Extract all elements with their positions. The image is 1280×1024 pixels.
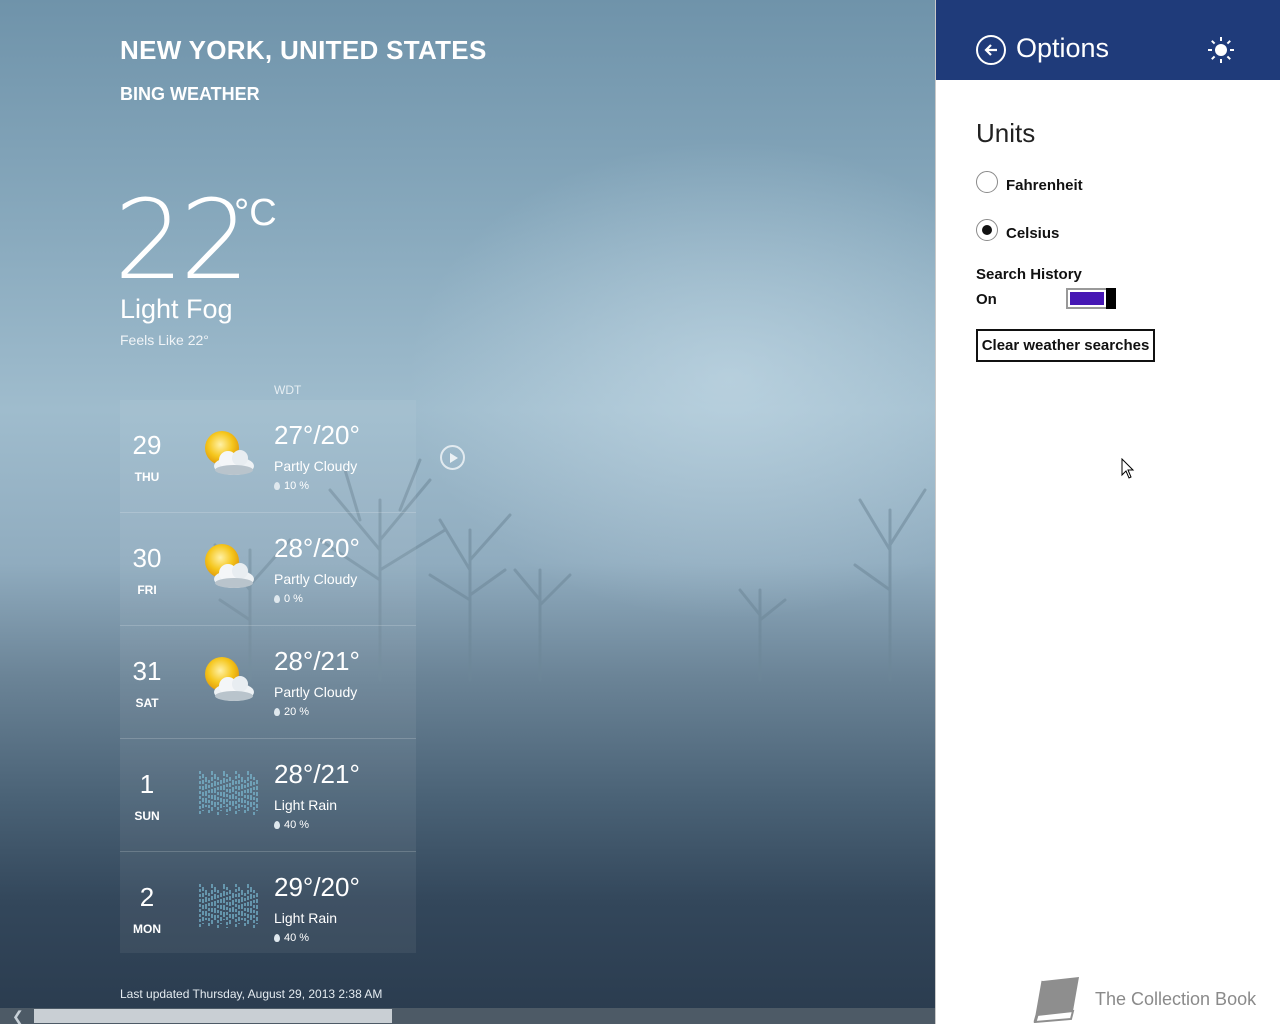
- forecast-day-row[interactable]: 31 SAT 28°/21° Partly Cloudy 20 %: [120, 626, 416, 739]
- forecast-condition: Light Rain: [274, 797, 338, 813]
- current-temperature: 22: [114, 176, 250, 304]
- raindrop-icon: [274, 595, 280, 603]
- temperature-unit: °C: [234, 192, 277, 234]
- forecast-date: 31: [132, 656, 162, 686]
- horizontal-scrollbar[interactable]: ❮: [0, 1008, 935, 1024]
- forecast-weekday: SAT: [135, 696, 159, 710]
- forecast-high-low: 28°/21°: [274, 759, 360, 789]
- forecast-high-low: 28°/21°: [274, 646, 360, 676]
- location-title: NEW YORK, UNITED STATES: [120, 35, 487, 65]
- forecast-date: 2: [139, 882, 155, 912]
- search-history-label: Search History: [976, 266, 1082, 283]
- forecast-date: 1: [139, 769, 155, 799]
- light-rain-icon: [196, 878, 260, 938]
- mouse-cursor-icon: [1121, 458, 1135, 479]
- daily-forecast-list: 29 THU 27°/20° Partly Cloudy 10 % 30 FRI 28°/20…: [120, 400, 416, 953]
- radio-circle: [976, 219, 998, 241]
- forecast-weekday: SUN: [134, 809, 160, 823]
- radio-selected-dot: [982, 225, 992, 235]
- partly-cloudy-icon: [196, 539, 260, 599]
- forecast-condition: Light Rain: [274, 910, 338, 926]
- timezone-label: WDT: [274, 383, 302, 397]
- forecast-precipitation: 20 %: [274, 706, 309, 718]
- raindrop-icon: [274, 821, 280, 829]
- provider-label: BING WEATHER: [120, 84, 260, 104]
- forecast-day-row[interactable]: 2 MON 29°/20° Light Rain 40 %: [120, 852, 416, 953]
- book-icon: [1033, 977, 1079, 1023]
- next-forecast-button[interactable]: [440, 445, 465, 470]
- precipitation-value: 10 %: [284, 480, 310, 492]
- back-arrow-icon: [984, 44, 997, 56]
- watermark-text: The Collection Book: [1095, 989, 1257, 1009]
- radio-circle: [976, 171, 998, 193]
- precipitation-value: 40 %: [284, 819, 310, 831]
- raindrop-icon: [274, 708, 280, 716]
- forecast-precipitation: 40 %: [274, 819, 309, 831]
- forecast-high-low: 28°/20°: [274, 533, 360, 563]
- partly-cloudy-icon: [196, 652, 260, 712]
- forecast-condition: Partly Cloudy: [274, 571, 358, 587]
- scroll-left-icon[interactable]: ❮: [12, 1008, 30, 1024]
- options-header: Options: [936, 0, 1280, 80]
- forecast-day-row[interactable]: 1 SUN 28°/21° Light Rain 40 %: [120, 739, 416, 852]
- units-heading: Units: [976, 118, 1036, 148]
- light-rain-icon: [196, 765, 260, 825]
- scrollbar-thumb[interactable]: [34, 1009, 392, 1023]
- toggle-fill: [1070, 292, 1104, 305]
- forecast-date: 30: [132, 543, 162, 573]
- feels-like: Feels Like 22°: [120, 332, 209, 348]
- celsius-radio[interactable]: Celsius: [976, 219, 1176, 245]
- last-updated-text: Last updated Thursday, August 29, 2013 2…: [120, 987, 383, 1001]
- forecast-precipitation: 0 %: [274, 593, 303, 605]
- partly-cloudy-icon: [196, 426, 260, 486]
- forecast-day-row[interactable]: 30 FRI 28°/20° Partly Cloudy 0 %: [120, 513, 416, 626]
- options-flyout: Options Units Fahrenheit Celsius Search …: [935, 0, 1280, 1024]
- precipitation-value: 0 %: [284, 593, 303, 605]
- watermark: The Collection Book: [1031, 975, 1276, 1023]
- forecast-day-row[interactable]: 29 THU 27°/20° Partly Cloudy 10 %: [120, 400, 416, 513]
- toggle-knob[interactable]: [1106, 288, 1116, 309]
- forecast-condition: Partly Cloudy: [274, 458, 358, 474]
- forecast-high-low: 27°/20°: [274, 420, 360, 450]
- raindrop-icon: [274, 482, 280, 490]
- precipitation-value: 40 %: [284, 932, 310, 944]
- celsius-label: Celsius: [1006, 225, 1060, 242]
- forecast-weekday: MON: [133, 922, 161, 936]
- search-history-toggle[interactable]: [1066, 288, 1116, 309]
- forecast-precipitation: 10 %: [274, 480, 309, 492]
- play-icon: [450, 453, 458, 463]
- forecast-weekday: FRI: [137, 583, 157, 597]
- forecast-date: 29: [132, 430, 162, 460]
- weather-main-pane: NEW YORK, UNITED STATES BING WEATHER 22 …: [0, 0, 935, 1024]
- forecast-precipitation: 40 %: [274, 932, 309, 944]
- forecast-high-low: 29°/20°: [274, 872, 360, 902]
- forecast-weekday: THU: [134, 470, 160, 484]
- precipitation-value: 20 %: [284, 706, 310, 718]
- clear-weather-searches-button[interactable]: Clear weather searches: [976, 329, 1155, 362]
- fahrenheit-label: Fahrenheit: [1006, 177, 1083, 194]
- sun-icon: [1208, 37, 1234, 63]
- raindrop-icon: [274, 934, 280, 942]
- current-condition: Light Fog: [120, 294, 233, 324]
- fahrenheit-radio[interactable]: Fahrenheit: [976, 171, 1176, 197]
- options-title: Options: [1016, 33, 1110, 63]
- back-button[interactable]: [976, 35, 1006, 65]
- forecast-condition: Partly Cloudy: [274, 684, 358, 700]
- search-history-state: On: [976, 291, 997, 308]
